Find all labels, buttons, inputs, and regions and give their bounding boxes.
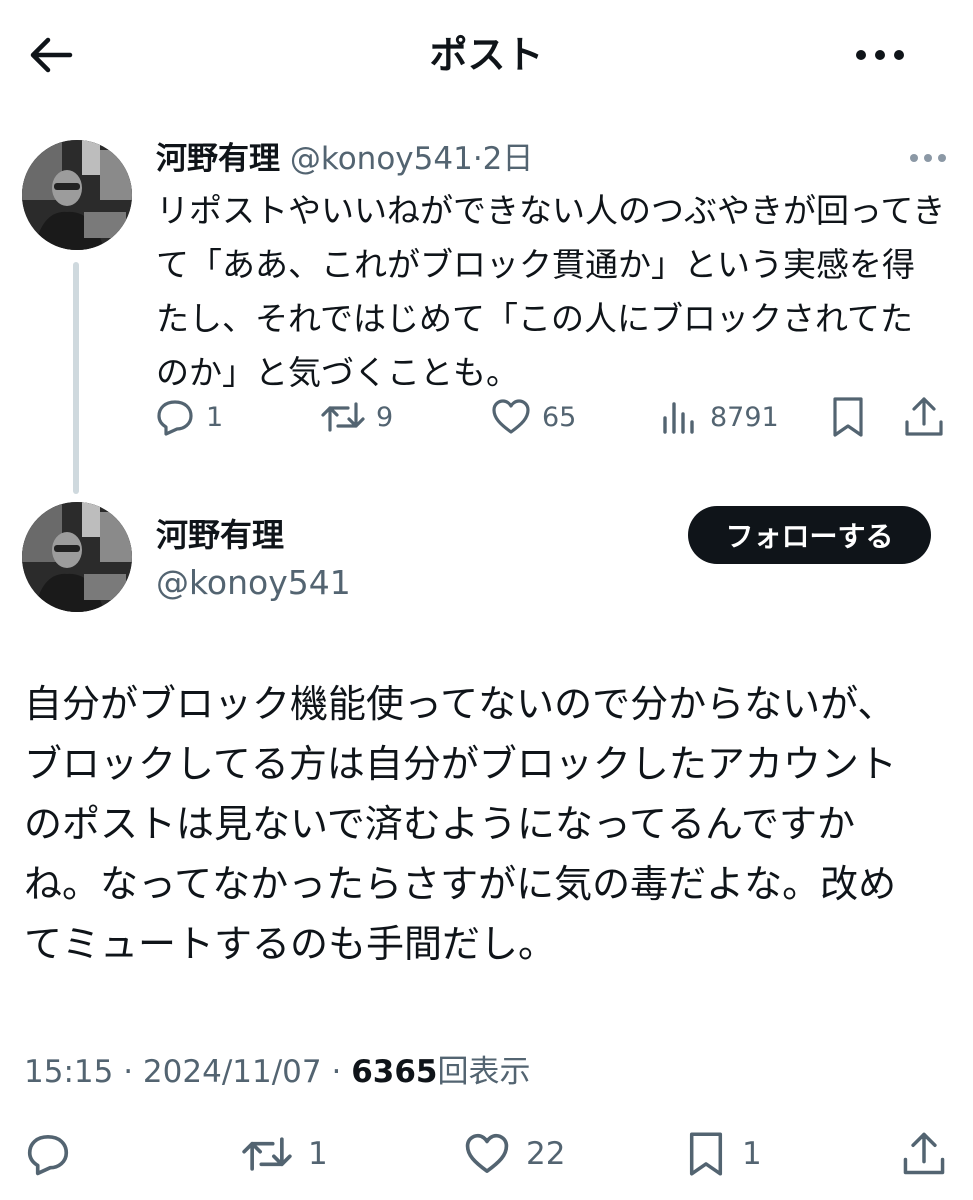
like-button[interactable]: 22 xyxy=(462,1126,565,1182)
share-button[interactable] xyxy=(902,392,946,442)
post-time[interactable]: 15:15 xyxy=(24,1054,113,1090)
post-text: 自分がブロック機能使ってないので分からないが、ブロックしてる方は自分がブロックし… xyxy=(24,682,897,966)
avatar[interactable] xyxy=(22,140,132,250)
view-label: 回表示 xyxy=(437,1054,531,1090)
repost-count: 9 xyxy=(376,401,394,433)
bookmark-icon xyxy=(684,1127,728,1181)
post-text: リポストやいいねができない人のつぶやきが回ってきて「ああ、これがブロック貫通か」… xyxy=(156,191,946,392)
bookmark-count: 1 xyxy=(742,1136,762,1172)
repost-button[interactable]: 1 xyxy=(240,1126,328,1182)
reply-icon xyxy=(154,396,196,438)
reply-icon xyxy=(24,1130,72,1178)
like-count: 22 xyxy=(526,1136,566,1172)
reply-count: 1 xyxy=(206,401,224,433)
author-name[interactable]: 河野有理 xyxy=(156,512,284,558)
post-date[interactable]: 2024/11/07 xyxy=(143,1054,322,1090)
repost-icon xyxy=(240,1130,294,1178)
repost-button[interactable]: 9 xyxy=(320,392,393,442)
thread-line xyxy=(73,262,79,494)
caret-more-icon[interactable] xyxy=(904,140,954,176)
avatar[interactable] xyxy=(22,502,132,612)
bookmark-button[interactable]: 1 xyxy=(684,1126,762,1182)
bookmark-icon xyxy=(828,394,868,440)
like-icon xyxy=(462,1130,512,1178)
repost-count: 1 xyxy=(308,1136,328,1172)
separator: · xyxy=(123,1054,134,1090)
separator: · xyxy=(331,1054,342,1090)
post-time[interactable]: 2日 xyxy=(483,141,534,177)
repost-icon xyxy=(320,396,366,438)
reply-button[interactable]: 1 xyxy=(154,392,223,442)
post-timestamp-line: 15:15 · 2024/11/07 · 6365回表示 xyxy=(24,1050,530,1094)
like-icon xyxy=(490,396,532,438)
bookmark-button[interactable] xyxy=(828,392,868,442)
author-handle[interactable]: @konoy541 xyxy=(156,560,351,606)
author-name[interactable]: 河野有理 xyxy=(156,141,280,177)
views-icon xyxy=(660,396,700,438)
views-button[interactable]: 8791 xyxy=(660,392,779,442)
reply-button[interactable] xyxy=(24,1126,72,1182)
like-count: 65 xyxy=(542,401,577,433)
separator: · xyxy=(472,141,483,177)
page-title: ポスト xyxy=(429,33,544,77)
more-icon[interactable] xyxy=(852,32,908,78)
view-count: 6365 xyxy=(351,1054,438,1090)
share-icon xyxy=(902,394,946,440)
post-header: 河野有理 @konoy541·2日 xyxy=(156,136,533,182)
views-count: 8791 xyxy=(710,401,779,433)
follow-button[interactable]: フォローする xyxy=(688,506,931,564)
share-icon xyxy=(900,1128,948,1180)
like-button[interactable]: 65 xyxy=(490,392,576,442)
share-button[interactable] xyxy=(900,1126,948,1182)
author-handle[interactable]: @konoy541 xyxy=(290,141,473,177)
